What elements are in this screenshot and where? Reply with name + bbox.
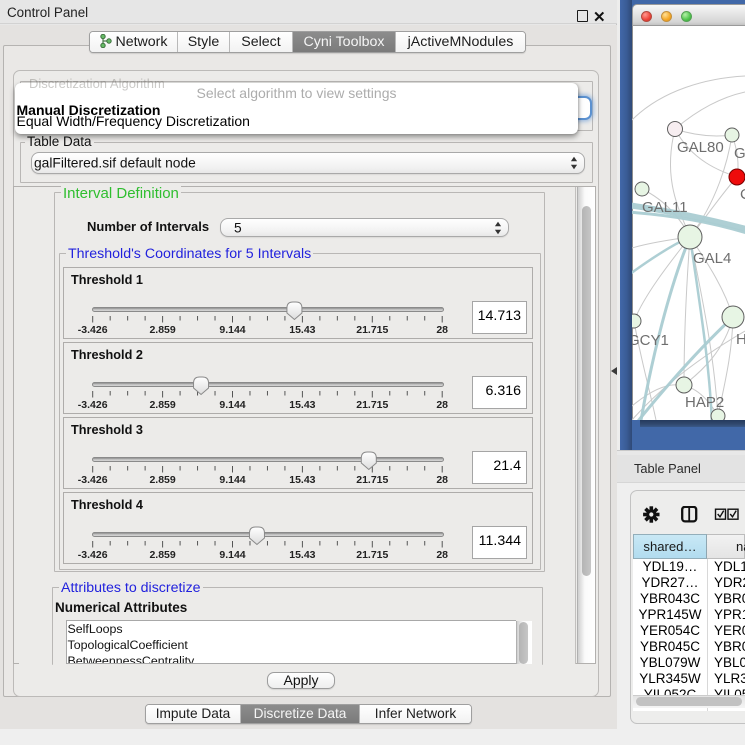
svg-text:CYC8: CYC8 — [740, 186, 745, 203]
svg-text:GAL11: GAL11 — [642, 199, 688, 216]
svg-text:GAL7: GAL7 — [734, 145, 745, 162]
svg-text:GCY1: GCY1 — [632, 332, 669, 349]
svg-text:GAL4: GAL4 — [693, 250, 731, 267]
svg-text:HIS7: HIS7 — [736, 331, 745, 348]
svg-text:HAP2: HAP2 — [685, 394, 724, 411]
svg-text:GAL80: GAL80 — [677, 139, 724, 156]
